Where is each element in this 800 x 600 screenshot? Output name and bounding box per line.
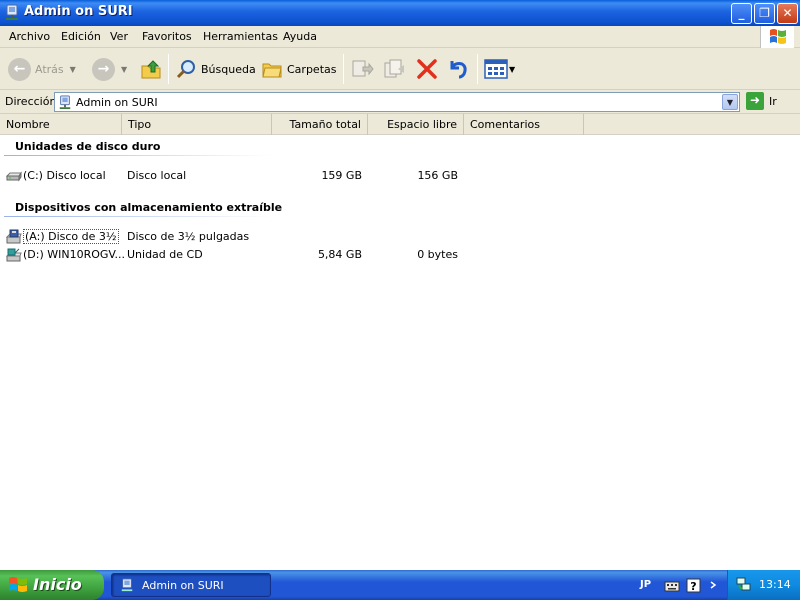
address-bar: Dirección Admin on SURI ▼ ➜ Ir [0,90,800,114]
floppy-drive-icon [6,229,22,244]
clock[interactable]: 13:14 [759,578,791,591]
drive-total-size: 159 GB [321,169,362,182]
move-to-button[interactable] [350,54,374,84]
column-free-space[interactable]: Espacio libre [368,114,464,135]
menu-herramientas[interactable]: Herramientas [203,30,278,43]
search-icon [176,60,195,79]
network-drive-icon [121,578,133,592]
taskbar-item-label: Admin on SURI [142,579,224,592]
drive-type: Disco local [127,169,187,182]
hard-disk-icon [6,171,22,182]
toolbar-separator [168,54,169,84]
undo-icon [450,61,467,79]
expand-icon[interactable] [708,580,718,590]
delete-icon [417,59,437,79]
drive-free-space: 156 GB [417,169,458,182]
maximize-button[interactable]: ❐ [754,3,775,24]
go-arrow-icon[interactable]: ➜ [746,92,764,110]
back-arrow-icon: ← [8,57,31,81]
drive-name: (C:) Disco local [23,169,106,182]
column-header: Nombre Tipo Tamaño total Espacio libre C… [0,114,800,135]
drive-total-size: 5,84 GB [317,248,362,261]
language-indicator[interactable]: JP [640,579,651,590]
folders-button[interactable]: Carpetas [261,54,336,84]
toolbar: ← Atrás ▼ → ▼ Búsqueda Carpetas ▼ [0,48,800,90]
start-button[interactable]: Inicio [0,570,104,600]
window-title: Admin on SURI [24,4,133,19]
column-total-size[interactable]: Tamaño total [272,114,368,135]
network-drive-icon [59,95,71,109]
group-divider [4,155,272,156]
forward-dropdown-icon[interactable]: ▼ [121,65,127,74]
views-icon [484,59,508,79]
address-value: Admin on SURI [76,96,158,109]
toolbar-separator [343,54,344,84]
forward-arrow-icon: → [92,57,115,81]
search-label: Búsqueda [201,62,256,76]
search-button[interactable]: Búsqueda [175,54,256,84]
taskbar: Inicio Admin on SURI JP ? 13:14 [0,570,800,600]
back-button[interactable]: ← Atrás ▼ [8,54,76,84]
group-divider [4,216,272,217]
help-icon[interactable]: ? [686,578,701,593]
system-tray: 13:14 [727,570,800,600]
address-field[interactable]: Admin on SURI ▼ [54,92,740,112]
windows-flag-icon [9,577,27,592]
title-bar[interactable]: Admin on SURI _ ❐ ✕ [0,0,800,26]
drive-free-space: 0 bytes [417,248,458,261]
column-type[interactable]: Tipo [122,114,272,135]
up-folder-icon [141,60,161,79]
group-header-hard-disks: Unidades de disco duro [15,140,161,153]
network-drive-icon [6,4,18,20]
group-header-removable: Dispositivos con almacenamiento extraíbl… [15,201,283,214]
drive-type: Unidad de CD [127,248,203,261]
undo-button[interactable] [446,54,470,84]
toolbar-separator [477,54,478,84]
back-label: Atrás [35,62,64,76]
minimize-button[interactable]: _ [731,3,752,24]
menu-archivo[interactable]: Archivo [9,30,50,43]
forward-button[interactable]: → ▼ [92,54,127,84]
language-bar[interactable]: JP ? [636,574,726,596]
menu-favoritos[interactable]: Favoritos [142,30,192,43]
menu-ver[interactable]: Ver [110,30,128,43]
move-to-icon [352,60,374,77]
svg-text:?: ? [690,580,696,593]
menu-edicion[interactable]: Edición [61,30,101,43]
menu-ayuda[interactable]: Ayuda [283,30,317,43]
column-comments[interactable]: Comentarios [464,114,584,135]
menu-bar: Archivo Edición Ver Favoritos Herramient… [0,26,800,48]
windows-flag-icon [770,29,786,44]
drive-name: (D:) WIN10ROGV... [23,248,126,261]
explorer-window: Admin on SURI _ ❐ ✕ Archivo Edición Ver … [0,0,800,570]
keyboard-icon[interactable] [664,579,680,593]
list-item[interactable]: (C:) Disco local Disco local 159 GB 156 … [0,167,800,185]
taskbar-item-admin-on-suri[interactable]: Admin on SURI [111,573,271,597]
copy-to-button[interactable] [383,54,407,84]
cd-drive-icon [6,248,22,262]
views-button[interactable]: ▼ [484,54,515,84]
close-button[interactable]: ✕ [777,3,798,24]
address-dropdown-button[interactable]: ▼ [722,94,738,110]
address-label: Dirección [5,95,57,108]
list-item[interactable]: (A:) Disco de 3½ Disco de 3½ pulgadas [0,228,800,246]
folders-label: Carpetas [287,62,337,76]
folders-icon [262,63,282,78]
back-dropdown-icon[interactable]: ▼ [70,65,76,74]
drive-type: Disco de 3½ pulgadas [127,230,250,243]
delete-button[interactable] [415,54,439,84]
column-name[interactable]: Nombre [0,114,122,135]
list-item[interactable]: (D:) WIN10ROGV... Unidad de CD 5,84 GB 0… [0,246,800,264]
copy-to-icon [384,59,404,78]
go-button-label[interactable]: Ir [769,95,777,108]
views-dropdown-icon[interactable]: ▼ [509,65,515,74]
windows-logo [760,26,794,48]
start-label: Inicio [33,575,82,594]
drive-name: (A:) Disco de 3½ [23,229,119,244]
up-folder-button[interactable] [140,54,162,84]
network-icon[interactable] [736,576,752,592]
